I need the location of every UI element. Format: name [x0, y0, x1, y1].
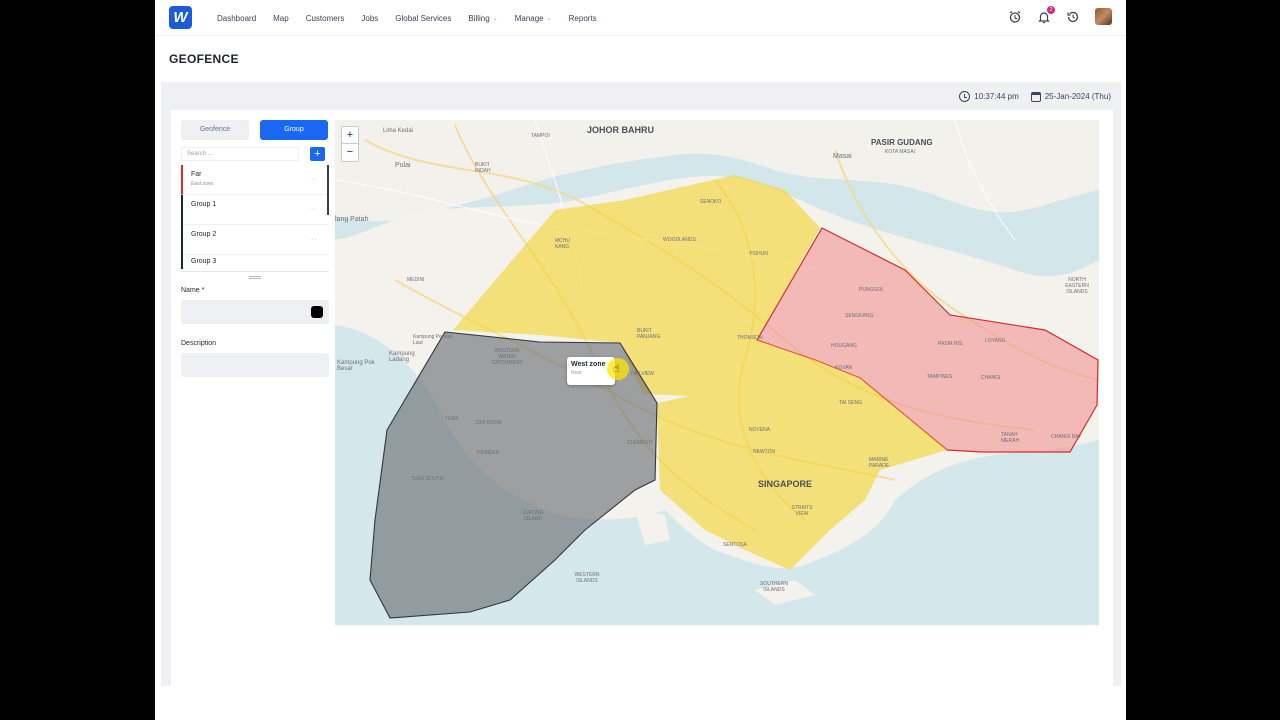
notification-badge: 2 [1047, 5, 1055, 14]
nav-global-services[interactable]: Global Services [395, 14, 451, 23]
tab-group[interactable]: Group [260, 120, 328, 140]
nav-reports[interactable]: Reports [569, 14, 597, 23]
bell-icon[interactable]: 2 [1037, 5, 1055, 24]
hand-pointer-icon: ☝ [613, 363, 620, 375]
nav-dashboard[interactable]: Dashboard [217, 14, 256, 23]
list-item[interactable]: Group 3 [183, 255, 329, 269]
view-toggle: Geofence Group [181, 120, 329, 140]
nav-map[interactable]: Map [273, 14, 289, 23]
nav-billing[interactable]: Billing ⌄ [468, 14, 497, 23]
name-field[interactable] [181, 300, 329, 324]
user-avatar[interactable] [1095, 8, 1112, 25]
current-time: 10:37:44 pm [974, 92, 1019, 101]
clock-icon [959, 91, 971, 102]
resize-handle[interactable] [249, 276, 261, 279]
list-item[interactable]: Group 1 ··· [183, 195, 329, 225]
more-options-icon[interactable]: ··· [309, 206, 318, 213]
search-input[interactable]: Search ... [181, 147, 299, 161]
datetime-bar: 10:37:44 pm 25-Jan-2024 (Thu) [959, 91, 1111, 102]
nav-jobs[interactable]: Jobs [361, 14, 378, 23]
geofence-card: Geofence Group Search ... + Far East zon… [171, 110, 1113, 686]
add-group-button[interactable]: + [310, 147, 325, 161]
more-options-icon[interactable]: ··· [309, 236, 318, 243]
cursor-highlight: ☝ [607, 358, 629, 380]
nav-customers[interactable]: Customers [306, 14, 345, 23]
map-view[interactable]: + − JOHOR BAHRU PASIR GUDANG KOTA MASAI … [335, 120, 1099, 625]
nav-actions: 2 [1008, 5, 1112, 25]
content-area: 10:37:44 pm 25-Jan-2024 (Thu) Geofence G… [161, 82, 1121, 686]
nav-manage[interactable]: Manage ⌄ [515, 14, 552, 23]
name-label: Name * [181, 287, 205, 294]
app-window: W Dashboard Map Customers Jobs Global Se… [155, 0, 1126, 720]
more-options-icon[interactable]: ··· [309, 176, 318, 183]
list-item[interactable]: Group 2 ··· [183, 225, 329, 255]
main-menu: Dashboard Map Customers Jobs Global Serv… [217, 0, 597, 36]
page-title: GEOFENCE [169, 52, 239, 66]
brand-logo[interactable]: W [169, 6, 192, 29]
side-panel: Geofence Group Search ... + Far East zon… [181, 120, 329, 377]
calendar-icon [1030, 91, 1041, 102]
top-navbar: W Dashboard Map Customers Jobs Global Se… [155, 0, 1126, 36]
color-picker[interactable] [311, 306, 323, 318]
description-label: Description [181, 340, 217, 347]
group-list[interactable]: Far East zone ··· Group 1 ··· Group 2 ··… [181, 165, 329, 269]
map-labels: JOHOR BAHRU PASIR GUDANG KOTA MASAI Masa… [335, 125, 1089, 593]
chevron-down-icon: ⌄ [492, 15, 498, 22]
list-item[interactable]: Far East zone ··· [181, 165, 329, 195]
tab-geofence[interactable]: Geofence [181, 120, 249, 140]
chevron-down-icon: ⌄ [546, 15, 552, 22]
current-date: 25-Jan-2024 (Thu) [1044, 92, 1111, 101]
history-icon[interactable] [1066, 10, 1080, 24]
description-field[interactable] [181, 353, 329, 377]
alarm-clock-icon[interactable] [1008, 10, 1022, 24]
